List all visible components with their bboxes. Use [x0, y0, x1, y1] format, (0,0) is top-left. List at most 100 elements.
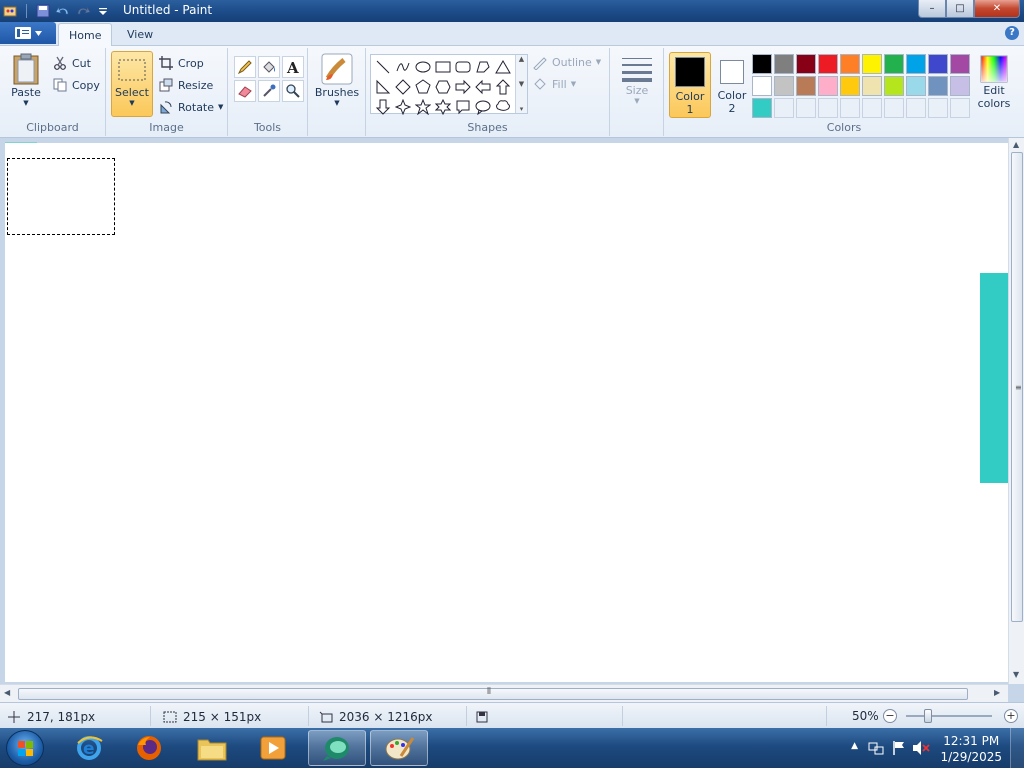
undo-icon[interactable]	[55, 3, 71, 19]
horizontal-scroll-thumb[interactable]: ⦀	[18, 687, 968, 700]
redo-icon[interactable]	[75, 3, 91, 19]
paint-taskbar-button[interactable]	[370, 730, 428, 766]
network-icon[interactable]	[868, 740, 884, 759]
zoom-in-button[interactable]: +	[1004, 709, 1018, 723]
edit-colors-button[interactable]: Edit colors	[974, 54, 1014, 110]
rectangle-shape-icon[interactable]	[433, 57, 453, 77]
horizontal-scrollbar[interactable]: ◀ ⦀ ▶	[0, 684, 1008, 702]
right-arrow-shape-icon[interactable]	[453, 77, 473, 97]
palette-swatch[interactable]	[774, 76, 794, 96]
shapes-scroll-down-icon[interactable]: ▼	[519, 80, 524, 88]
resize-button[interactable]: Resize	[158, 75, 213, 95]
palette-swatch[interactable]	[796, 76, 816, 96]
down-arrow-shape-icon[interactable]	[373, 97, 393, 117]
taskbar-clock[interactable]: 12:31 PM 1/29/2025	[940, 733, 1002, 765]
color-2-button[interactable]: Color 2	[711, 52, 753, 118]
palette-swatch[interactable]	[884, 76, 904, 96]
brushes-dropdown-icon[interactable]: ▼	[334, 99, 339, 107]
left-arrow-shape-icon[interactable]	[473, 77, 493, 97]
five-point-star-shape-icon[interactable]	[413, 97, 433, 117]
right-triangle-shape-icon[interactable]	[373, 77, 393, 97]
select-dropdown-icon[interactable]: ▼	[129, 99, 134, 107]
six-point-star-shape-icon[interactable]	[433, 97, 453, 117]
cloud-callout-shape-icon[interactable]	[493, 97, 513, 117]
palette-swatch-empty[interactable]	[928, 98, 948, 118]
eraser-icon[interactable]	[234, 80, 256, 102]
triangle-shape-icon[interactable]	[493, 57, 513, 77]
action-center-flag-icon[interactable]	[892, 740, 906, 759]
paint-app-icon[interactable]	[2, 3, 18, 19]
brushes-button[interactable]: Brushes ▼	[314, 52, 360, 107]
palette-swatch[interactable]	[840, 76, 860, 96]
paint-menu-button[interactable]	[0, 22, 56, 44]
outline-button[interactable]: Outline ▼	[532, 52, 601, 72]
copy-button[interactable]: Copy	[52, 75, 100, 95]
palette-swatch[interactable]	[752, 76, 772, 96]
four-point-star-shape-icon[interactable]	[393, 97, 413, 117]
palette-swatch-empty[interactable]	[818, 98, 838, 118]
palette-swatch-empty[interactable]	[862, 98, 882, 118]
palette-swatch[interactable]	[906, 54, 926, 74]
selection-rectangle[interactable]	[7, 158, 115, 235]
save-icon[interactable]	[35, 3, 51, 19]
up-arrow-shape-icon[interactable]	[493, 77, 513, 97]
palette-swatch-empty[interactable]	[950, 98, 970, 118]
file-explorer-taskbar-button[interactable]	[183, 730, 241, 766]
zoom-out-button[interactable]: −	[883, 709, 897, 723]
size-button[interactable]: Size ▼	[616, 54, 658, 105]
scroll-up-icon[interactable]: ▲	[1013, 140, 1019, 149]
palette-swatch[interactable]	[928, 76, 948, 96]
diamond-shape-icon[interactable]	[393, 77, 413, 97]
palette-swatch[interactable]	[818, 76, 838, 96]
palette-swatch-empty[interactable]	[774, 98, 794, 118]
palette-swatch[interactable]	[928, 54, 948, 74]
palette-swatch[interactable]	[796, 54, 816, 74]
paste-button[interactable]: Paste ▼	[6, 52, 46, 107]
polygon-shape-icon[interactable]	[473, 57, 493, 77]
rounded-callout-shape-icon[interactable]	[453, 97, 473, 117]
vertical-scroll-thumb[interactable]: ≡	[1011, 152, 1023, 622]
fill-bucket-icon[interactable]	[258, 56, 280, 78]
palette-swatch[interactable]	[752, 98, 772, 118]
palette-swatch-empty[interactable]	[840, 98, 860, 118]
vertical-scrollbar[interactable]: ▲ ≡ ▼	[1008, 138, 1024, 684]
palette-swatch[interactable]	[884, 54, 904, 74]
scroll-left-icon[interactable]: ◀	[4, 688, 10, 697]
drawing-canvas[interactable]	[5, 143, 1008, 682]
palette-swatch[interactable]	[774, 54, 794, 74]
customize-qat-icon[interactable]	[95, 3, 111, 19]
paste-dropdown-icon[interactable]: ▼	[23, 99, 28, 107]
rotate-dropdown-icon[interactable]: ▼	[218, 103, 223, 111]
cut-button[interactable]: Cut	[52, 53, 91, 73]
pentagon-shape-icon[interactable]	[413, 77, 433, 97]
palette-swatch[interactable]	[950, 76, 970, 96]
select-button[interactable]: Select ▼	[111, 51, 153, 117]
crop-button[interactable]: Crop	[158, 53, 204, 73]
hexagon-shape-icon[interactable]	[433, 77, 453, 97]
media-player-taskbar-button[interactable]	[244, 730, 302, 766]
show-hidden-icons-icon[interactable]: ▲	[851, 741, 858, 751]
palette-swatch[interactable]	[862, 54, 882, 74]
palette-swatch-empty[interactable]	[906, 98, 926, 118]
show-desktop-button[interactable]	[1010, 728, 1024, 768]
internet-explorer-taskbar-button[interactable]: e	[60, 730, 118, 766]
start-button[interactable]	[6, 730, 44, 766]
help-icon[interactable]: ?	[1005, 26, 1019, 40]
color-1-button[interactable]: Color 1	[669, 52, 711, 118]
palette-swatch[interactable]	[818, 54, 838, 74]
shapes-more-icon[interactable]: ▾	[520, 105, 524, 113]
pencil-icon[interactable]	[234, 56, 256, 78]
zoom-slider-track[interactable]	[906, 715, 992, 717]
scroll-down-icon[interactable]: ▼	[1013, 670, 1019, 679]
palette-swatch-empty[interactable]	[884, 98, 904, 118]
oval-shape-icon[interactable]	[413, 57, 433, 77]
tab-view[interactable]: View	[117, 23, 163, 47]
firefox-taskbar-button[interactable]	[120, 730, 178, 766]
maximize-button[interactable]: □	[946, 0, 974, 18]
line-shape-icon[interactable]	[373, 57, 393, 77]
oval-callout-shape-icon[interactable]	[473, 97, 493, 117]
palette-swatch[interactable]	[752, 54, 772, 74]
close-button[interactable]: ✕	[974, 0, 1020, 18]
palette-swatch-empty[interactable]	[796, 98, 816, 118]
minimize-button[interactable]: –	[918, 0, 946, 18]
